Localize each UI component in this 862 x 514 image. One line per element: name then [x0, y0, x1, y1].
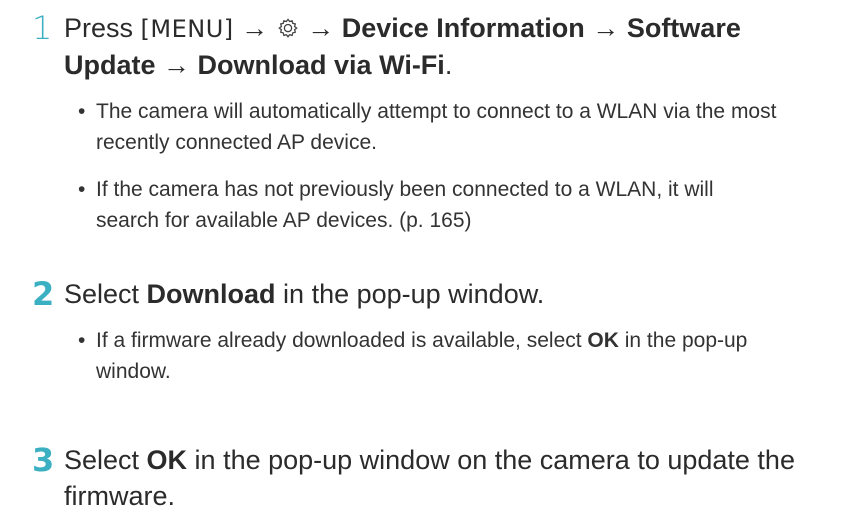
bullet-glyph: • [78, 178, 86, 201]
arrow: → [592, 13, 620, 43]
download-option: Download [146, 279, 276, 309]
note-text-prefix: If a firmware already downloaded is avai… [96, 329, 588, 352]
text-prefix: Select [64, 279, 147, 309]
list-item: • The camera will automatically attempt … [78, 96, 778, 158]
list-item: • If the camera has not previously been … [78, 174, 778, 236]
step-instruction: Press [MENU] → → Device Information → So… [64, 10, 824, 83]
note-text: The camera will automatically attempt to… [96, 100, 777, 154]
note-text: If the camera has not previously been co… [96, 178, 714, 232]
step-2-notes: • If a firmware already downloaded is av… [78, 325, 778, 403]
gear-icon [276, 13, 300, 38]
step-instruction: Select OK in the pop-up window on the ca… [64, 442, 824, 514]
arrow: → [307, 13, 335, 43]
step-1-notes: • The camera will automatically attempt … [78, 96, 778, 252]
step-instruction: Select Download in the pop-up window. [64, 276, 824, 312]
menu-path-device-information: Device Information [341, 13, 585, 43]
arrow: → [241, 13, 269, 43]
menu-path-download-via-wifi: Download via Wi-Fi [197, 50, 445, 80]
ok-option: OK [587, 329, 619, 352]
text-prefix: Select [64, 445, 147, 475]
arrow: → [163, 50, 191, 80]
menu-key-label: [MENU] [140, 15, 234, 43]
bullet-glyph: • [78, 329, 86, 352]
ok-option: OK [146, 445, 188, 475]
bullet-glyph: • [78, 100, 86, 123]
text-suffix: in the pop-up window. [275, 279, 545, 309]
list-item: • If a firmware already downloaded is av… [78, 325, 778, 387]
text-prefix: Press [64, 13, 141, 43]
period: . [444, 50, 453, 80]
